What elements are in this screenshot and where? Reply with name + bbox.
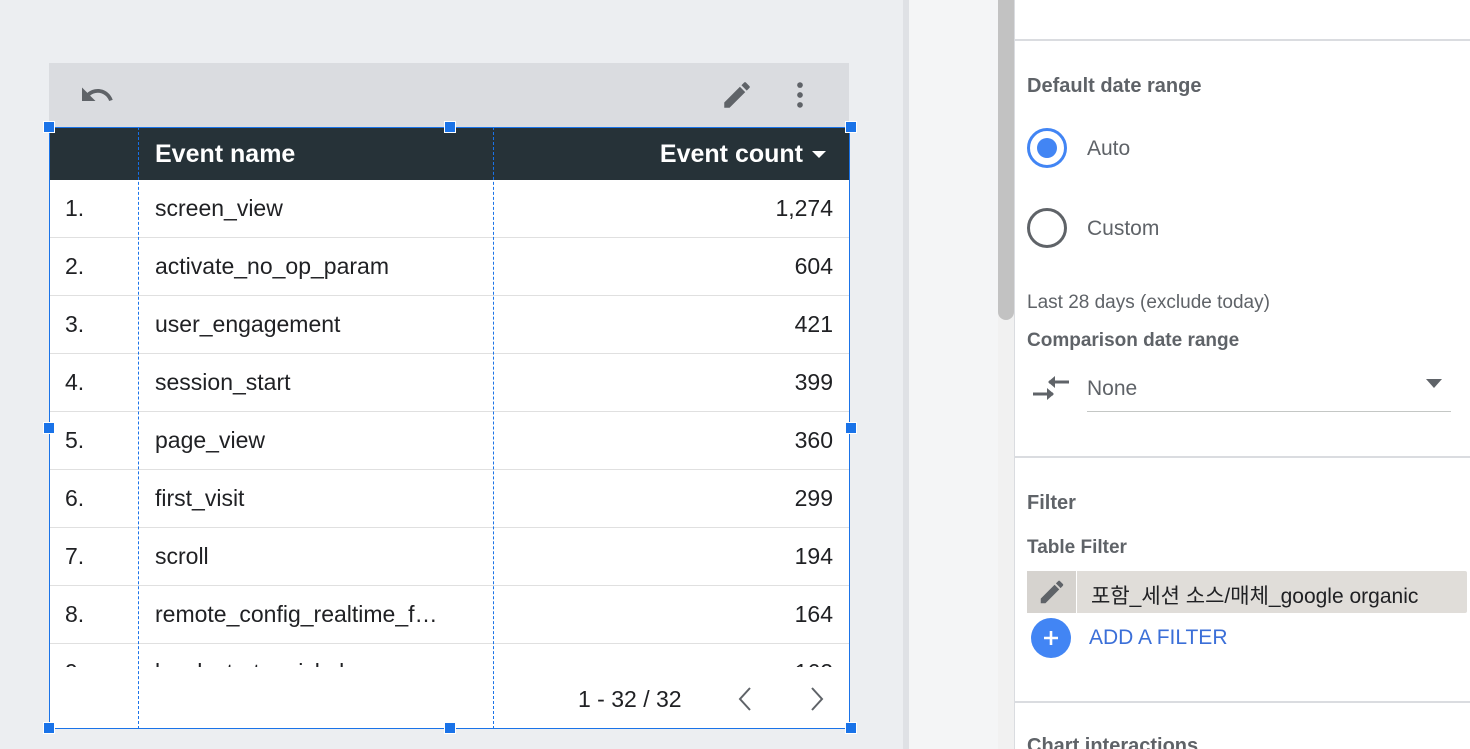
row-index: 2. — [65, 253, 85, 279]
table-pagination: 1 - 32 / 32 — [50, 668, 849, 728]
radio-auto-label[interactable]: Auto — [1087, 137, 1130, 161]
undo-icon[interactable] — [79, 77, 115, 113]
chevron-right-icon[interactable] — [804, 682, 832, 716]
compare-arrows-icon — [1029, 372, 1073, 411]
event-count-cell: 604 — [794, 253, 833, 279]
page-range: 1 - 32 / 32 — [578, 686, 682, 712]
column-guide — [138, 127, 139, 729]
table-row[interactable]: 3. user_engagement 421 — [50, 296, 849, 354]
scrollbar-thumb[interactable] — [998, 0, 1014, 320]
table-row[interactable]: 9. level_start_quickplay 162 — [50, 644, 849, 667]
event-name-cell: remote_config_realtime_f… — [155, 601, 438, 627]
resize-handle[interactable] — [43, 722, 55, 734]
event-name-cell: screen_view — [155, 195, 283, 221]
table-row[interactable]: 8. remote_config_realtime_f… 164 — [50, 586, 849, 644]
comparison-value: None — [1087, 377, 1138, 400]
row-index: 8. — [65, 601, 85, 627]
column-guide — [493, 127, 494, 729]
event-count-cell: 399 — [794, 369, 833, 395]
section-divider — [1015, 701, 1470, 703]
event-name-cell: level_start_quickplay — [155, 659, 485, 667]
more-vert-icon[interactable] — [782, 77, 818, 113]
event-name-cell: page_view — [155, 427, 265, 453]
row-index: 3. — [65, 311, 85, 337]
radio-custom-label[interactable]: Custom — [1087, 217, 1159, 241]
row-index: 9. — [65, 659, 84, 667]
row-index: 1. — [65, 195, 85, 221]
column-header-event-name[interactable]: Event name — [155, 140, 295, 169]
select-underline — [1087, 411, 1451, 412]
event-count-cell: 299 — [794, 485, 833, 511]
add-filter-label: ADD A FILTER — [1089, 626, 1228, 649]
plus-icon — [1031, 618, 1071, 658]
section-divider — [1015, 39, 1470, 41]
resize-handle[interactable] — [845, 722, 857, 734]
chevron-left-icon[interactable] — [730, 682, 758, 716]
event-count-cell: 194 — [794, 543, 833, 569]
row-index: 4. — [65, 369, 85, 395]
resize-handle[interactable] — [43, 121, 55, 133]
pencil-icon[interactable] — [1027, 571, 1077, 613]
column-header-event-count[interactable]: Event count — [660, 140, 827, 169]
event-name-cell: scroll — [155, 543, 209, 569]
pencil-icon[interactable] — [719, 77, 755, 113]
table-header: Event name Event count — [50, 128, 849, 180]
filter-chip-label: 포함_세션 소스/매체_google organic — [1091, 585, 1419, 608]
table-filter-title: Table Filter — [1027, 537, 1127, 558]
resize-handle[interactable] — [845, 422, 857, 434]
table-row[interactable]: 2. activate_no_op_param 604 — [50, 238, 849, 296]
event-name-cell: activate_no_op_param — [155, 253, 389, 279]
add-filter-button[interactable]: ADD A FILTER — [1031, 618, 1227, 658]
row-index: 6. — [65, 485, 85, 511]
comparison-date-range-title: Comparison date range — [1027, 330, 1240, 351]
table-row[interactable]: 5. page_view 360 — [50, 412, 849, 470]
default-date-range-title: Default date range — [1027, 75, 1202, 97]
properties-panel: Default date range Auto Custom Last 28 d… — [1014, 0, 1470, 749]
table-row[interactable]: 7. scroll 194 — [50, 528, 849, 586]
resize-handle[interactable] — [444, 121, 456, 133]
event-count-cell: 421 — [794, 311, 833, 337]
chart-interactions-title: Chart interactions — [1027, 735, 1199, 749]
resize-handle[interactable] — [845, 121, 857, 133]
column-header-label: Event count — [659, 140, 803, 168]
arrow-drop-down-icon — [1426, 379, 1442, 388]
table-row[interactable]: 6. first_visit 299 — [50, 470, 849, 528]
chart-toolbar — [49, 63, 849, 127]
event-name-cell: user_engagement — [155, 311, 341, 337]
date-range-hint: Last 28 days (exclude today) — [1027, 292, 1270, 313]
table-body: 1. screen_view 1,274 2. activate_no_op_param… — [50, 180, 849, 667]
event-count-cell: 164 — [794, 601, 833, 627]
filter-title: Filter — [1027, 492, 1076, 514]
resize-handle[interactable] — [444, 722, 456, 734]
table-row[interactable]: 4. session_start 399 — [50, 354, 849, 412]
event-count-cell: 162 — [795, 659, 833, 667]
table-row[interactable]: 1. screen_view 1,274 — [50, 180, 849, 238]
radio-custom[interactable] — [1027, 208, 1067, 248]
panel-gutter — [909, 0, 998, 749]
comparison-select[interactable]: None — [1087, 374, 1451, 408]
event-count-cell: 360 — [794, 427, 833, 453]
radio-auto[interactable] — [1027, 128, 1067, 168]
row-index: 5. — [65, 427, 85, 453]
filter-chip[interactable]: 포함_세션 소스/매체_google organic — [1027, 571, 1467, 613]
event-name-cell: first_visit — [155, 485, 245, 511]
event-name-cell: session_start — [155, 369, 291, 395]
event-table[interactable]: Event name Event count 1. screen_view 1,27… — [49, 127, 850, 729]
row-index: 7. — [65, 543, 85, 569]
resize-handle[interactable] — [43, 422, 55, 434]
section-divider — [1015, 456, 1470, 458]
arrow-drop-down-icon — [812, 150, 826, 158]
event-count-cell: 1,274 — [775, 195, 833, 221]
